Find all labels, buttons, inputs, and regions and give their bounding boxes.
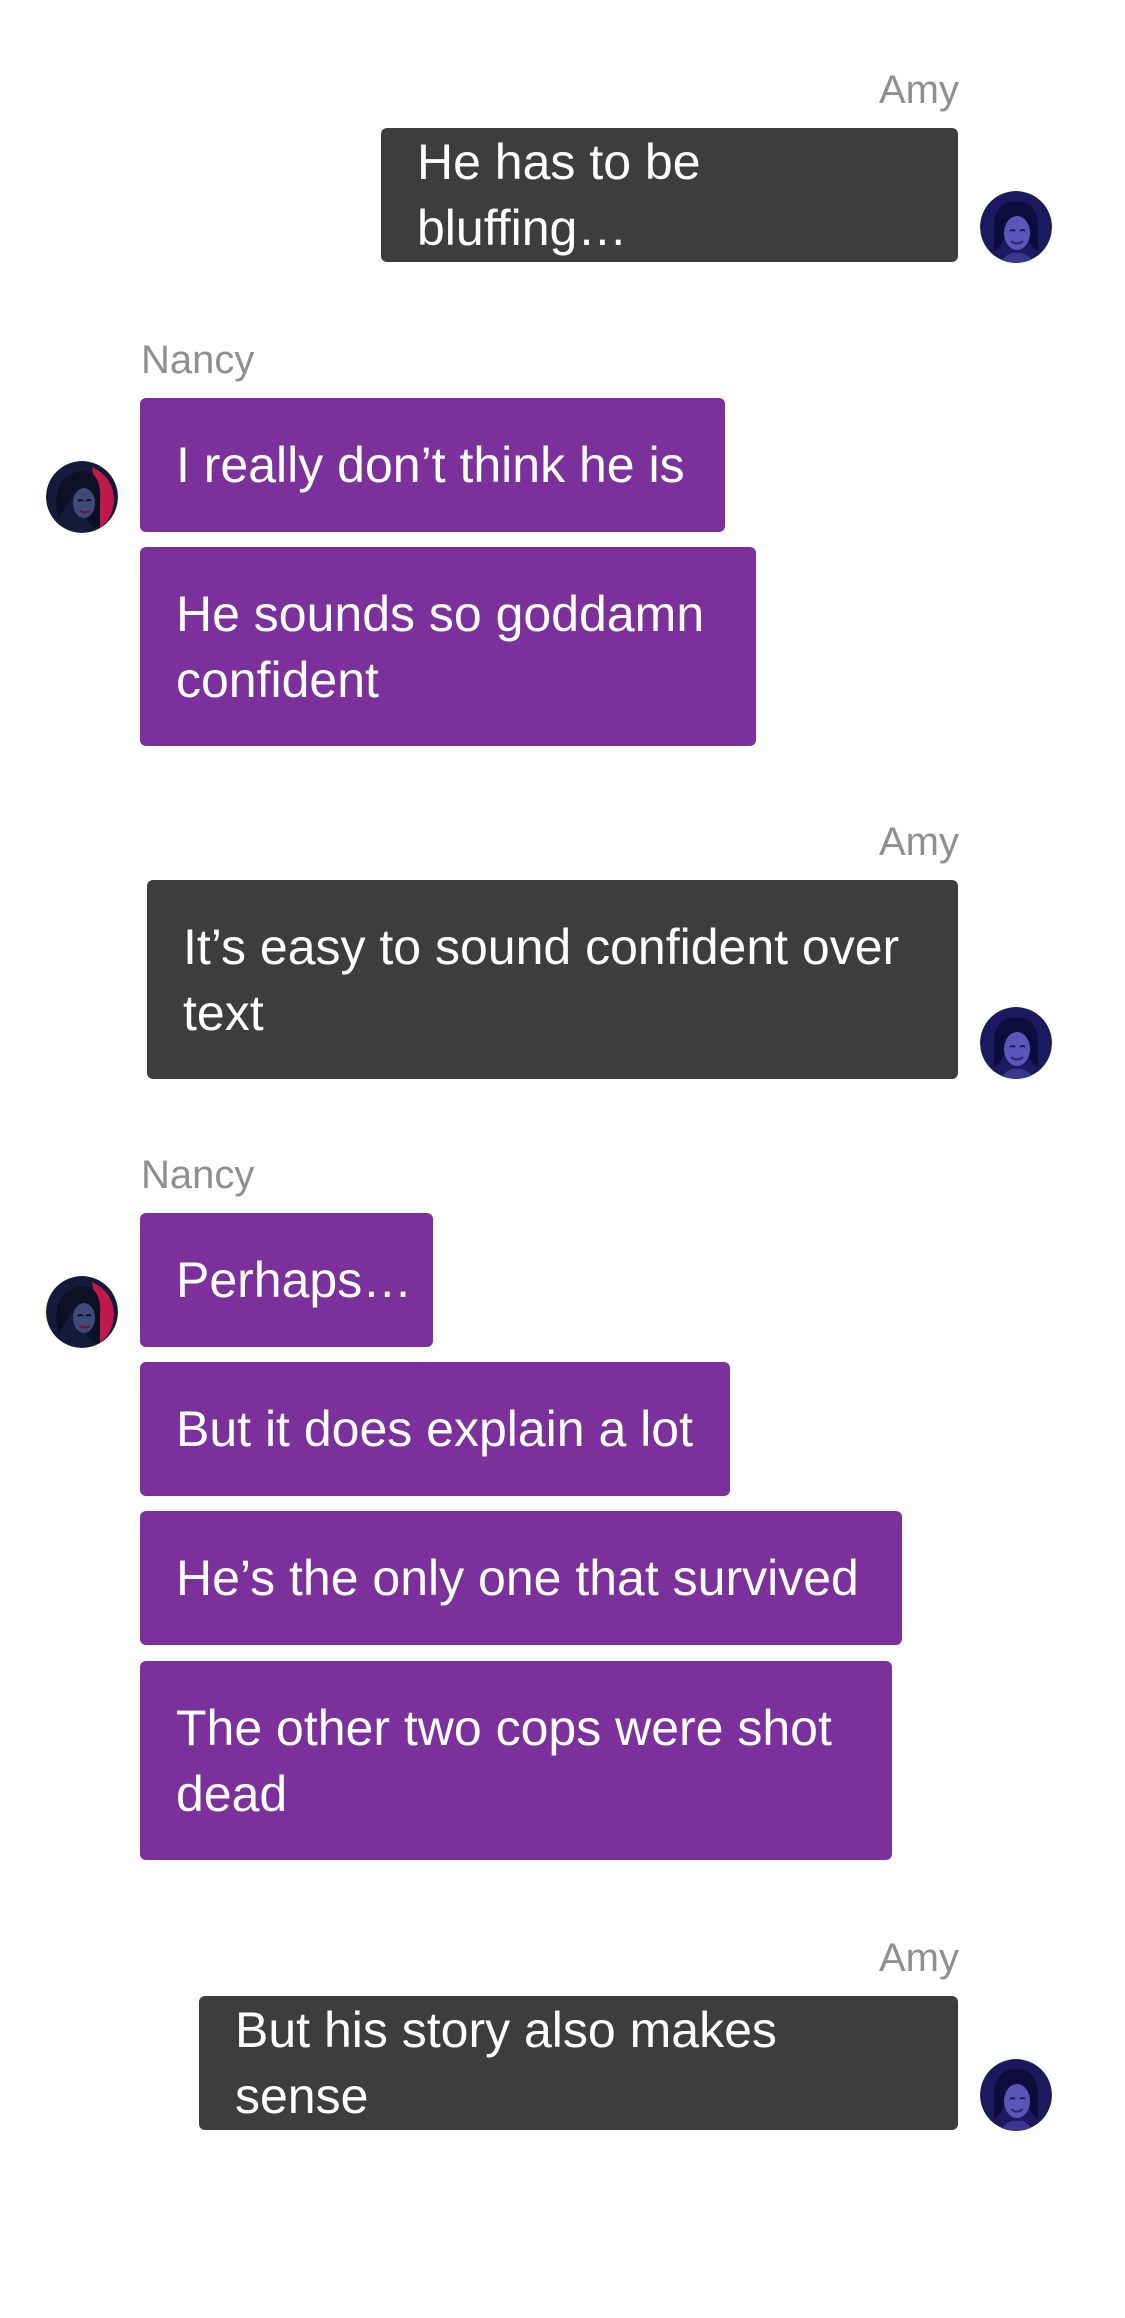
amy-avatar-icon[interactable] [980,191,1052,263]
message-text: But his story also makes sense [235,2002,777,2124]
sender-name-amy: Amy [879,68,959,112]
message-text: But it does explain a lot [176,1401,693,1457]
sender-name-nancy: Nancy [141,338,255,382]
message-bubble[interactable]: He sounds so goddamn confident [140,547,756,746]
message-bubble[interactable]: He has to be bluffing… [381,128,958,262]
message-bubble[interactable]: He’s the only one that survived [140,1511,902,1645]
sender-name-amy: Amy [879,1936,959,1980]
message-text: He has to be bluffing… [417,134,701,256]
message-bubble[interactable]: The other two cops were shot dead [140,1661,892,1860]
message-bubble[interactable]: I really don’t think he is [140,398,725,532]
message-bubble[interactable]: But it does explain a lot [140,1362,730,1496]
amy-avatar-icon[interactable] [980,1007,1052,1079]
sender-name-amy: Amy [879,820,959,864]
nancy-avatar-icon[interactable] [46,1276,118,1348]
amy-avatar-icon[interactable] [980,2059,1052,2131]
message-text: I really don’t think he is [176,437,685,493]
nancy-avatar-icon[interactable] [46,461,118,533]
message-text: The other two cops were shot dead [176,1699,832,1822]
message-text: He’s the only one that survived [176,1550,859,1606]
message-bubble[interactable]: It’s easy to sound confident over text [147,880,958,1079]
message-text: He sounds so goddamn confident [176,585,705,708]
message-bubble[interactable]: But his story also makes sense [199,1996,958,2130]
message-bubble[interactable]: Perhaps… [140,1213,433,1347]
sender-name-nancy: Nancy [141,1153,255,1197]
message-text: It’s easy to sound confident over text [183,918,900,1041]
message-text: Perhaps… [176,1252,413,1308]
